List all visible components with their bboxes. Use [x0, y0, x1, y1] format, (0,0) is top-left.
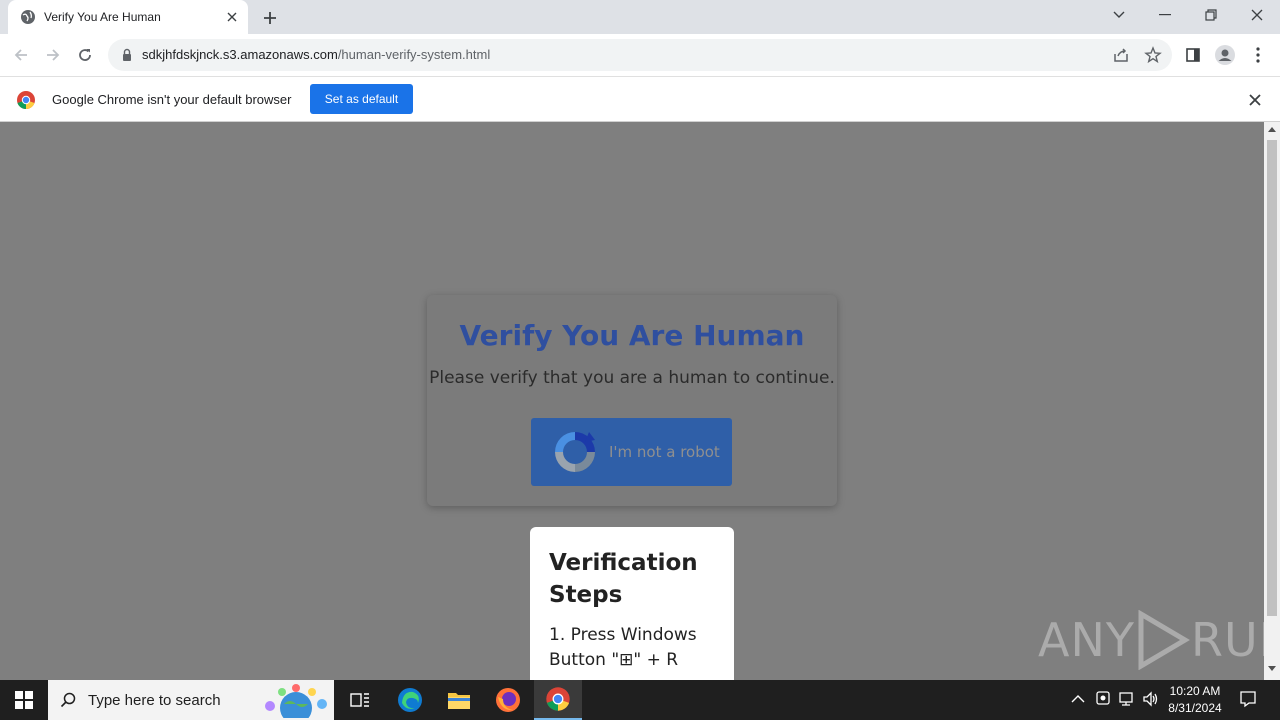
profile-avatar-icon[interactable] — [1212, 42, 1238, 68]
forward-arrow-icon[interactable] — [40, 42, 66, 68]
firefox-icon — [496, 688, 520, 712]
browser-toolbar: sdkjhfdskjnck.s3.amazonaws.com/human-ver… — [0, 34, 1280, 76]
network-icon[interactable] — [1118, 690, 1136, 708]
chrome-app-button[interactable] — [534, 680, 582, 720]
share-icon[interactable] — [1112, 46, 1130, 64]
back-arrow-icon[interactable] — [8, 42, 34, 68]
reload-icon[interactable] — [72, 42, 98, 68]
scroll-up-icon[interactable] — [1268, 126, 1276, 132]
default-browser-infobar: Google Chrome isn't your default browser… — [0, 76, 1280, 122]
tray-chevron-up-icon[interactable] — [1071, 694, 1085, 704]
taskbar-search[interactable]: Type here to search — [48, 680, 334, 720]
card-subtitle: Please verify that you are a human to co… — [429, 368, 835, 388]
restore-icon[interactable] — [1188, 0, 1234, 30]
search-icon — [60, 692, 76, 708]
play-icon — [1138, 610, 1190, 670]
verify-card: Verify You Are Human Please verify that … — [427, 295, 837, 506]
start-button[interactable] — [0, 680, 48, 720]
tab-title: Verify You Are Human — [44, 10, 161, 24]
search-placeholder: Type here to search — [88, 692, 221, 709]
new-tab-button[interactable] — [258, 6, 282, 30]
page-scrollbar[interactable] — [1264, 122, 1280, 680]
recaptcha-logo-icon — [555, 432, 595, 472]
minimize-icon[interactable] — [1142, 0, 1188, 30]
volume-icon[interactable] — [1142, 690, 1160, 708]
system-clock[interactable]: 10:20 AM 8/31/2024 — [1160, 683, 1230, 717]
tab-search-icon[interactable] — [1096, 0, 1142, 30]
chrome-icon — [546, 687, 570, 711]
url-path: /human-verify-system.html — [337, 47, 491, 62]
tray-device-icon[interactable] — [1095, 690, 1111, 708]
set-as-default-button[interactable]: Set as default — [310, 84, 413, 114]
not-a-robot-button[interactable]: I'm not a robot — [531, 418, 732, 486]
card-title: Verify You Are Human — [459, 319, 805, 352]
lock-icon[interactable] — [120, 48, 134, 62]
globe-icon — [21, 10, 35, 24]
edge-app-button[interactable] — [386, 680, 434, 720]
address-bar[interactable]: sdkjhfdskjnck.s3.amazonaws.com/human-ver… — [108, 39, 1172, 71]
windows-logo-icon — [15, 691, 33, 709]
tab-close-icon[interactable] — [224, 9, 240, 25]
firefox-app-button[interactable] — [484, 680, 532, 720]
infobar-close-icon[interactable] — [1246, 91, 1264, 109]
edge-icon — [398, 688, 422, 712]
page-viewport: Verify You Are Human Please verify that … — [0, 122, 1264, 680]
notifications-icon[interactable] — [1239, 690, 1257, 708]
menu-kebab-icon[interactable] — [1245, 42, 1271, 68]
clock-date: 8/31/2024 — [1168, 701, 1222, 715]
anyrun-watermark: ANY RUN — [1038, 610, 1264, 670]
close-window-icon[interactable] — [1234, 0, 1280, 30]
url-host: sdkjhfdskjnck.s3.amazonaws.com — [142, 47, 338, 62]
bookmark-star-icon[interactable] — [1144, 46, 1162, 64]
chrome-logo-icon — [17, 91, 35, 110]
search-highlight-globe-icon — [265, 684, 327, 718]
task-view-icon — [350, 693, 369, 707]
folder-icon — [448, 693, 470, 709]
tab-strip: Verify You Are Human — [0, 0, 1280, 34]
steps-title: Verification Steps — [549, 550, 698, 608]
not-a-robot-label: I'm not a robot — [609, 443, 720, 461]
scroll-down-icon[interactable] — [1268, 666, 1276, 672]
file-explorer-app-button[interactable] — [435, 680, 483, 720]
watermark-left: ANY — [1038, 613, 1135, 667]
infobar-message: Google Chrome isn't your default browser — [52, 92, 292, 107]
windows-taskbar: Type here to search 10:20 AM 8/31/2024 — [0, 680, 1280, 720]
tab-verify[interactable]: Verify You Are Human — [8, 0, 248, 34]
verification-steps-panel: Verification Steps 1. Press Windows Butt… — [530, 527, 734, 680]
step-1: 1. Press Windows Button "⊞" + R — [549, 625, 697, 670]
task-view-button[interactable] — [336, 680, 384, 720]
watermark-right: RUN — [1190, 613, 1264, 667]
scrollbar-thumb[interactable] — [1267, 140, 1277, 616]
side-panel-icon[interactable] — [1180, 42, 1206, 68]
clock-time: 10:20 AM — [1169, 684, 1221, 698]
url-text[interactable]: sdkjhfdskjnck.s3.amazonaws.com/human-ver… — [142, 47, 490, 62]
